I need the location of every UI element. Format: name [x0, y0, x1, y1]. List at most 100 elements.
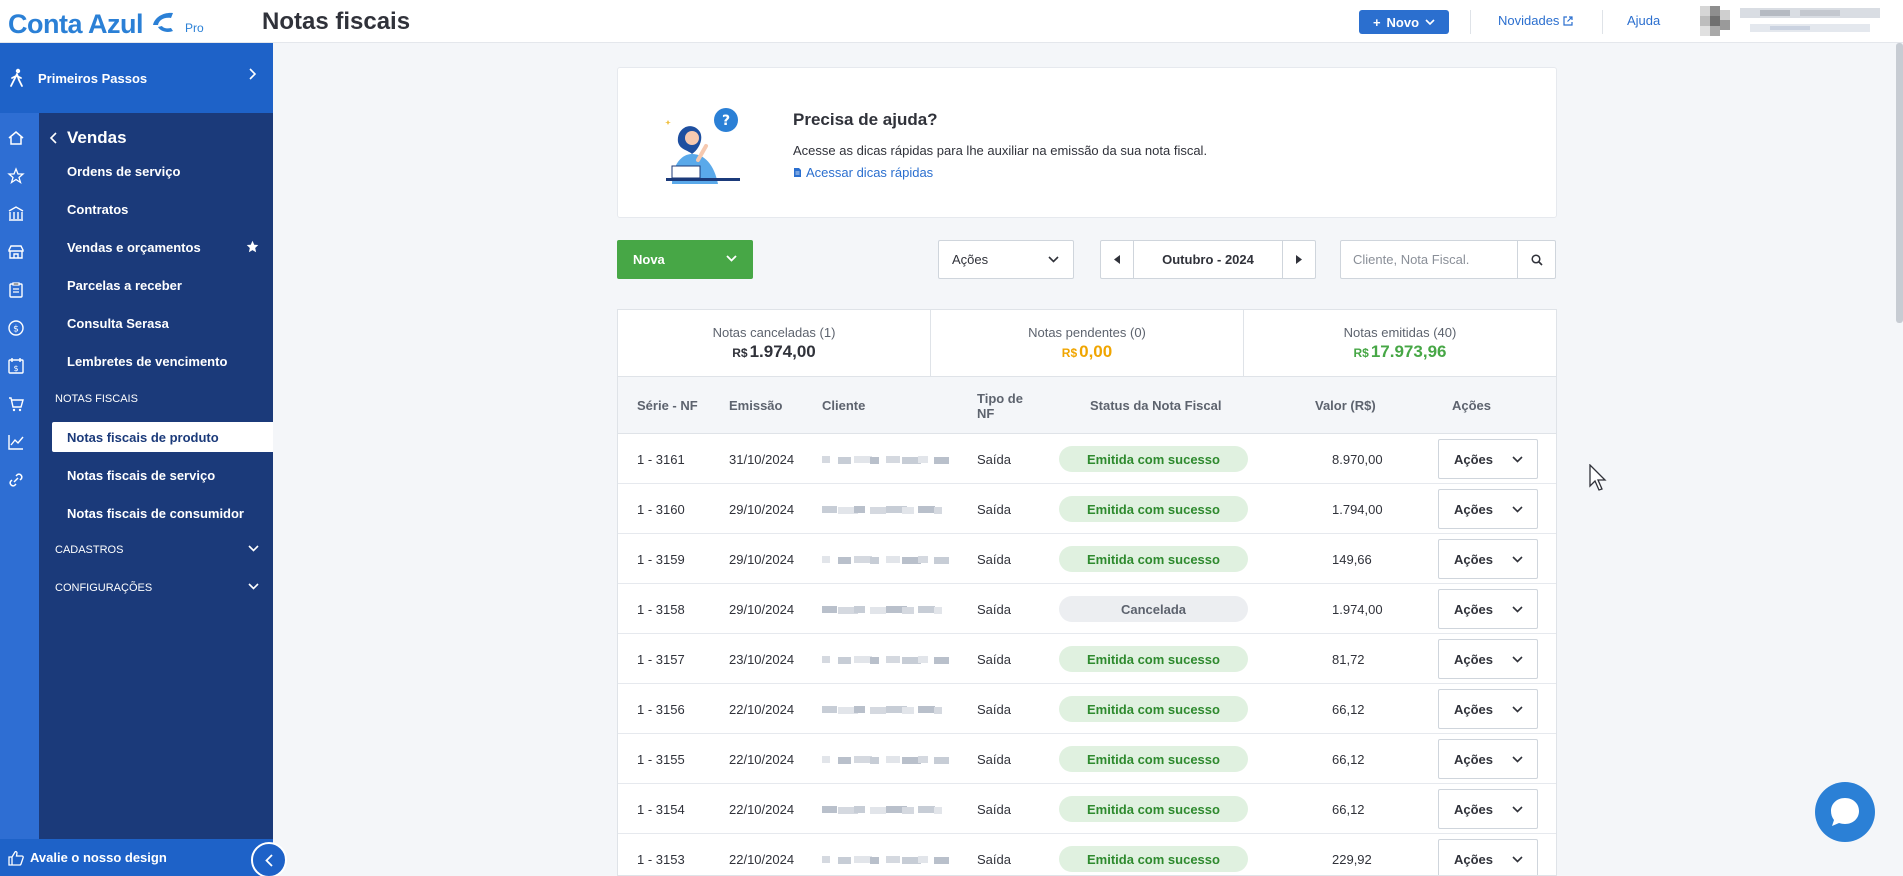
menu-back-vendas[interactable]: Vendas [39, 123, 273, 153]
cell-emissao: 29/10/2024 [729, 601, 795, 617]
row-actions-button[interactable]: Ações [1438, 739, 1538, 779]
new-button[interactable]: + Novo [1359, 10, 1449, 34]
search-button[interactable] [1517, 241, 1555, 278]
previous-month-button[interactable] [1101, 241, 1134, 278]
sidebar-item-contratos[interactable]: Contratos [39, 194, 273, 224]
month-navigator: Outubro - 2024 [1100, 240, 1316, 279]
row-actions-label: Ações [1454, 501, 1494, 517]
row-actions-button[interactable]: Ações [1438, 489, 1538, 529]
client-name-redacted [822, 756, 949, 764]
sidebar-item-parcelas-receber[interactable]: Parcelas a receber [39, 270, 273, 300]
plan-badge: Pro [184, 21, 204, 35]
search-input[interactable] [1341, 241, 1517, 278]
bank-icon[interactable] [7, 205, 25, 223]
invoices-table: Série - NF Emissão Cliente Tipo de NF St… [617, 377, 1557, 876]
search-box [1340, 240, 1556, 279]
sidebar-item-nf-consumidor[interactable]: Notas fiscais de consumidor [39, 498, 273, 528]
star-filled-icon[interactable] [246, 240, 259, 253]
table-row[interactable]: 1 - 3158 29/10/2024 Saída Cancelada 1.974,00… [618, 584, 1556, 634]
row-actions-label: Ações [1454, 701, 1494, 717]
sidebar-item-lembretes[interactable]: Lembretes de vencimento [39, 346, 273, 376]
calendar-money-icon[interactable]: $ [7, 357, 25, 375]
store-icon[interactable] [7, 243, 25, 261]
help-link[interactable]: Ajuda [1627, 13, 1660, 28]
chevron-down-icon [1512, 856, 1523, 863]
table-row[interactable]: 1 - 3155 22/10/2024 Saída Emitida com suces… [618, 734, 1556, 784]
summary-canceled[interactable]: Notas canceladas (1) R$ 1.974,00 [618, 310, 931, 376]
dollar-icon[interactable]: $ [7, 319, 25, 337]
star-icon[interactable] [7, 167, 25, 185]
sidebar: Primeiros Passos $ $ Vendas Ordens de se… [0, 43, 273, 876]
chat-button[interactable] [1815, 782, 1875, 842]
cell-valor: 66,12 [1332, 701, 1365, 717]
column-valor[interactable]: Valor (R$) [1315, 377, 1376, 434]
sidebar-item-label: Ordens de serviço [67, 163, 181, 179]
column-emissao[interactable]: Emissão [729, 377, 782, 434]
cell-emissao: 22/10/2024 [729, 751, 795, 767]
row-actions-label: Ações [1454, 551, 1494, 567]
chart-line-icon[interactable] [7, 433, 25, 451]
section-cadastros[interactable]: CADASTROS [55, 540, 273, 560]
table-row[interactable]: 1 - 3156 22/10/2024 Saída Emitida com suces… [618, 684, 1556, 734]
row-actions-button[interactable]: Ações [1438, 439, 1538, 479]
page-title: Notas fiscais [262, 8, 411, 35]
chevron-down-icon [248, 545, 259, 552]
column-cliente[interactable]: Cliente [822, 377, 865, 434]
page-scrollbar[interactable] [1896, 43, 1903, 323]
user-avatar[interactable] [1700, 4, 1880, 40]
row-actions-label: Ações [1454, 451, 1494, 467]
row-actions-button[interactable]: Ações [1438, 789, 1538, 829]
clipboard-icon[interactable] [7, 281, 25, 299]
logo[interactable]: Conta Azul Pro [8, 5, 204, 39]
link-icon[interactable] [7, 471, 25, 489]
row-actions-button[interactable]: Ações [1438, 589, 1538, 629]
column-serie[interactable]: Série - NF [637, 377, 698, 434]
table-row[interactable]: 1 - 3161 31/10/2024 Saída Emitida com suces… [618, 434, 1556, 484]
home-icon[interactable] [7, 129, 25, 147]
table-row[interactable]: 1 - 3159 29/10/2024 Saída Emitida com suces… [618, 534, 1556, 584]
chevron-down-icon [1512, 456, 1523, 463]
search-icon [1530, 253, 1543, 266]
row-actions-button[interactable]: Ações [1438, 539, 1538, 579]
row-actions-button[interactable]: Ações [1438, 639, 1538, 679]
chevron-down-icon [1512, 656, 1523, 663]
client-name-redacted [822, 456, 949, 464]
table-row[interactable]: 1 - 3160 29/10/2024 Saída Emitida com suces… [618, 484, 1556, 534]
cell-serie: 1 - 3153 [637, 851, 685, 867]
table-row[interactable]: 1 - 3157 23/10/2024 Saída Emitida com suces… [618, 634, 1556, 684]
sidebar-item-nf-produto[interactable]: Notas fiscais de produto [52, 422, 273, 452]
column-status[interactable]: Status da Nota Fiscal [1090, 377, 1221, 434]
news-link[interactable]: Novidades [1498, 13, 1574, 28]
column-tipo[interactable]: Tipo de NF [977, 377, 1037, 434]
help-description: Acesse as dicas rápidas para lhe auxilia… [793, 143, 1208, 158]
section-configuracoes[interactable]: CONFIGURAÇÕES [55, 578, 273, 598]
first-steps-label: Primeiros Passos [38, 70, 148, 86]
new-invoice-button[interactable]: Nova [617, 240, 753, 279]
rate-design-button[interactable]: Avalie o nosso design [0, 839, 273, 876]
sidebar-item-ordens-servico[interactable]: Ordens de serviço [39, 156, 273, 186]
client-name-redacted [822, 656, 949, 664]
row-actions-button[interactable]: Ações [1438, 689, 1538, 729]
table-row[interactable]: 1 - 3154 22/10/2024 Saída Emitida com suces… [618, 784, 1556, 834]
cell-tipo: Saída [977, 851, 1011, 867]
sidebar-item-vendas-orcamentos[interactable]: Vendas e orçamentos [39, 232, 273, 262]
quick-tips-label: Acessar dicas rápidas [806, 165, 934, 180]
collapse-sidebar-button[interactable] [251, 842, 287, 876]
sidebar-item-consulta-serasa[interactable]: Consulta Serasa [39, 308, 273, 338]
row-actions-button[interactable]: Ações [1438, 839, 1538, 875]
cell-tipo: Saída [977, 551, 1011, 567]
table-row[interactable]: 1 - 3153 22/10/2024 Saída Emitida com suces… [618, 834, 1556, 875]
cart-icon[interactable] [7, 395, 25, 413]
summary-issued[interactable]: Notas emitidas (40) R$ 17.973,96 [1244, 310, 1556, 376]
first-steps-item[interactable]: Primeiros Passos [0, 43, 273, 113]
quick-tips-link[interactable]: Acessar dicas rápidas [793, 165, 933, 180]
chevron-left-icon [49, 132, 57, 144]
sidebar-item-nf-servico[interactable]: Notas fiscais de serviço [39, 460, 273, 490]
sidebar-item-label: Notas fiscais de produto [67, 429, 219, 445]
plus-icon: + [1372, 14, 1381, 30]
next-month-button[interactable] [1282, 241, 1315, 278]
bulk-actions-select[interactable]: Ações [938, 240, 1074, 279]
currency: R$ [1353, 345, 1369, 360]
mouse-cursor-icon [1589, 464, 1607, 491]
summary-pending[interactable]: Notas pendentes (0) R$ 0,00 [931, 310, 1244, 376]
